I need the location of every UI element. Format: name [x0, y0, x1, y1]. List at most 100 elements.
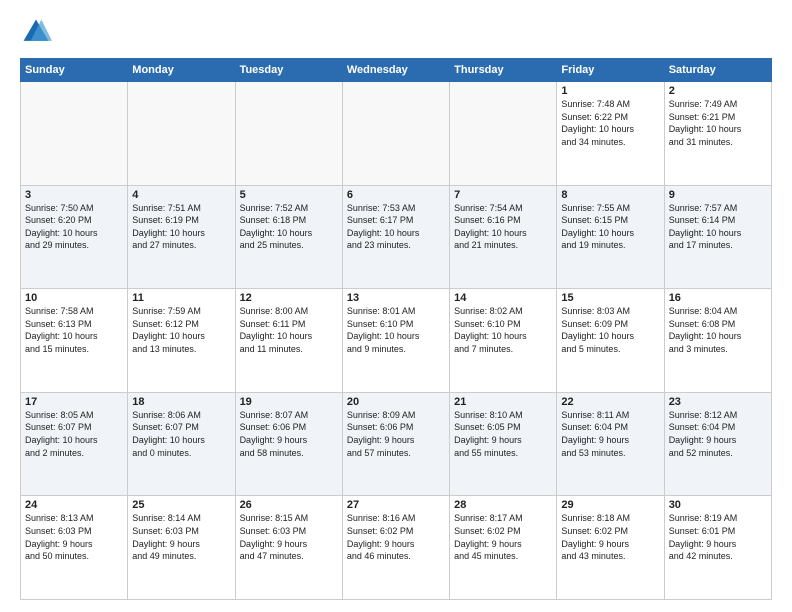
calendar-cell: 8Sunrise: 7:55 AM Sunset: 6:15 PM Daylig…: [557, 185, 664, 289]
calendar-cell: 30Sunrise: 8:19 AM Sunset: 6:01 PM Dayli…: [664, 496, 771, 600]
calendar-cell: 4Sunrise: 7:51 AM Sunset: 6:19 PM Daylig…: [128, 185, 235, 289]
calendar-cell: 17Sunrise: 8:05 AM Sunset: 6:07 PM Dayli…: [21, 392, 128, 496]
day-info: Sunrise: 7:48 AM Sunset: 6:22 PM Dayligh…: [561, 98, 659, 148]
calendar-cell: 24Sunrise: 8:13 AM Sunset: 6:03 PM Dayli…: [21, 496, 128, 600]
day-number: 7: [454, 189, 552, 201]
calendar-table: SundayMondayTuesdayWednesdayThursdayFrid…: [20, 58, 772, 600]
day-number: 18: [132, 396, 230, 408]
day-number: 5: [240, 189, 338, 201]
day-info: Sunrise: 8:13 AM Sunset: 6:03 PM Dayligh…: [25, 512, 123, 562]
day-number: 27: [347, 499, 445, 511]
calendar-cell: 6Sunrise: 7:53 AM Sunset: 6:17 PM Daylig…: [342, 185, 449, 289]
day-number: 1: [561, 85, 659, 97]
day-number: 2: [669, 85, 767, 97]
day-number: 24: [25, 499, 123, 511]
calendar-week-2: 3Sunrise: 7:50 AM Sunset: 6:20 PM Daylig…: [21, 185, 772, 289]
header: [20, 16, 772, 48]
day-number: 21: [454, 396, 552, 408]
day-info: Sunrise: 8:18 AM Sunset: 6:02 PM Dayligh…: [561, 512, 659, 562]
day-info: Sunrise: 8:09 AM Sunset: 6:06 PM Dayligh…: [347, 409, 445, 459]
calendar-cell: 13Sunrise: 8:01 AM Sunset: 6:10 PM Dayli…: [342, 289, 449, 393]
weekday-header-friday: Friday: [557, 59, 664, 82]
calendar-cell: 3Sunrise: 7:50 AM Sunset: 6:20 PM Daylig…: [21, 185, 128, 289]
day-number: 4: [132, 189, 230, 201]
calendar-header-row: SundayMondayTuesdayWednesdayThursdayFrid…: [21, 59, 772, 82]
calendar-cell: 22Sunrise: 8:11 AM Sunset: 6:04 PM Dayli…: [557, 392, 664, 496]
day-info: Sunrise: 7:49 AM Sunset: 6:21 PM Dayligh…: [669, 98, 767, 148]
calendar-week-1: 1Sunrise: 7:48 AM Sunset: 6:22 PM Daylig…: [21, 82, 772, 186]
day-info: Sunrise: 7:58 AM Sunset: 6:13 PM Dayligh…: [25, 305, 123, 355]
calendar-cell: 9Sunrise: 7:57 AM Sunset: 6:14 PM Daylig…: [664, 185, 771, 289]
day-info: Sunrise: 7:54 AM Sunset: 6:16 PM Dayligh…: [454, 202, 552, 252]
weekday-header-thursday: Thursday: [450, 59, 557, 82]
day-number: 9: [669, 189, 767, 201]
day-info: Sunrise: 8:19 AM Sunset: 6:01 PM Dayligh…: [669, 512, 767, 562]
day-info: Sunrise: 8:07 AM Sunset: 6:06 PM Dayligh…: [240, 409, 338, 459]
day-number: 14: [454, 292, 552, 304]
calendar-cell: 20Sunrise: 8:09 AM Sunset: 6:06 PM Dayli…: [342, 392, 449, 496]
day-info: Sunrise: 7:50 AM Sunset: 6:20 PM Dayligh…: [25, 202, 123, 252]
calendar-cell: 23Sunrise: 8:12 AM Sunset: 6:04 PM Dayli…: [664, 392, 771, 496]
logo: [20, 16, 56, 48]
day-number: 15: [561, 292, 659, 304]
day-number: 8: [561, 189, 659, 201]
calendar-cell: 7Sunrise: 7:54 AM Sunset: 6:16 PM Daylig…: [450, 185, 557, 289]
day-number: 16: [669, 292, 767, 304]
day-number: 6: [347, 189, 445, 201]
calendar-cell: 18Sunrise: 8:06 AM Sunset: 6:07 PM Dayli…: [128, 392, 235, 496]
calendar-week-3: 10Sunrise: 7:58 AM Sunset: 6:13 PM Dayli…: [21, 289, 772, 393]
weekday-header-saturday: Saturday: [664, 59, 771, 82]
calendar-cell: 10Sunrise: 7:58 AM Sunset: 6:13 PM Dayli…: [21, 289, 128, 393]
day-number: 11: [132, 292, 230, 304]
day-info: Sunrise: 8:04 AM Sunset: 6:08 PM Dayligh…: [669, 305, 767, 355]
calendar-cell: 16Sunrise: 8:04 AM Sunset: 6:08 PM Dayli…: [664, 289, 771, 393]
calendar-cell: 26Sunrise: 8:15 AM Sunset: 6:03 PM Dayli…: [235, 496, 342, 600]
calendar-week-5: 24Sunrise: 8:13 AM Sunset: 6:03 PM Dayli…: [21, 496, 772, 600]
calendar-cell: 19Sunrise: 8:07 AM Sunset: 6:06 PM Dayli…: [235, 392, 342, 496]
day-info: Sunrise: 8:00 AM Sunset: 6:11 PM Dayligh…: [240, 305, 338, 355]
day-info: Sunrise: 8:06 AM Sunset: 6:07 PM Dayligh…: [132, 409, 230, 459]
day-number: 13: [347, 292, 445, 304]
weekday-header-tuesday: Tuesday: [235, 59, 342, 82]
day-info: Sunrise: 8:12 AM Sunset: 6:04 PM Dayligh…: [669, 409, 767, 459]
calendar-cell: [128, 82, 235, 186]
day-number: 25: [132, 499, 230, 511]
day-number: 28: [454, 499, 552, 511]
calendar-cell: [450, 82, 557, 186]
day-number: 20: [347, 396, 445, 408]
day-number: 17: [25, 396, 123, 408]
weekday-header-sunday: Sunday: [21, 59, 128, 82]
logo-icon: [20, 16, 52, 48]
calendar-cell: 5Sunrise: 7:52 AM Sunset: 6:18 PM Daylig…: [235, 185, 342, 289]
day-number: 3: [25, 189, 123, 201]
day-info: Sunrise: 8:10 AM Sunset: 6:05 PM Dayligh…: [454, 409, 552, 459]
calendar-cell: 12Sunrise: 8:00 AM Sunset: 6:11 PM Dayli…: [235, 289, 342, 393]
day-info: Sunrise: 8:16 AM Sunset: 6:02 PM Dayligh…: [347, 512, 445, 562]
day-info: Sunrise: 7:55 AM Sunset: 6:15 PM Dayligh…: [561, 202, 659, 252]
day-number: 26: [240, 499, 338, 511]
calendar-cell: 2Sunrise: 7:49 AM Sunset: 6:21 PM Daylig…: [664, 82, 771, 186]
day-number: 19: [240, 396, 338, 408]
calendar-cell: 11Sunrise: 7:59 AM Sunset: 6:12 PM Dayli…: [128, 289, 235, 393]
day-info: Sunrise: 8:11 AM Sunset: 6:04 PM Dayligh…: [561, 409, 659, 459]
day-info: Sunrise: 8:01 AM Sunset: 6:10 PM Dayligh…: [347, 305, 445, 355]
calendar-cell: 14Sunrise: 8:02 AM Sunset: 6:10 PM Dayli…: [450, 289, 557, 393]
calendar-cell: [21, 82, 128, 186]
day-info: Sunrise: 7:51 AM Sunset: 6:19 PM Dayligh…: [132, 202, 230, 252]
day-info: Sunrise: 8:17 AM Sunset: 6:02 PM Dayligh…: [454, 512, 552, 562]
calendar-cell: 25Sunrise: 8:14 AM Sunset: 6:03 PM Dayli…: [128, 496, 235, 600]
day-info: Sunrise: 7:53 AM Sunset: 6:17 PM Dayligh…: [347, 202, 445, 252]
day-number: 22: [561, 396, 659, 408]
calendar-cell: 29Sunrise: 8:18 AM Sunset: 6:02 PM Dayli…: [557, 496, 664, 600]
weekday-header-wednesday: Wednesday: [342, 59, 449, 82]
calendar-week-4: 17Sunrise: 8:05 AM Sunset: 6:07 PM Dayli…: [21, 392, 772, 496]
weekday-header-monday: Monday: [128, 59, 235, 82]
day-info: Sunrise: 7:59 AM Sunset: 6:12 PM Dayligh…: [132, 305, 230, 355]
page: SundayMondayTuesdayWednesdayThursdayFrid…: [0, 0, 792, 612]
day-info: Sunrise: 8:05 AM Sunset: 6:07 PM Dayligh…: [25, 409, 123, 459]
day-info: Sunrise: 8:03 AM Sunset: 6:09 PM Dayligh…: [561, 305, 659, 355]
calendar-cell: 21Sunrise: 8:10 AM Sunset: 6:05 PM Dayli…: [450, 392, 557, 496]
day-number: 30: [669, 499, 767, 511]
calendar-cell: [342, 82, 449, 186]
day-number: 29: [561, 499, 659, 511]
